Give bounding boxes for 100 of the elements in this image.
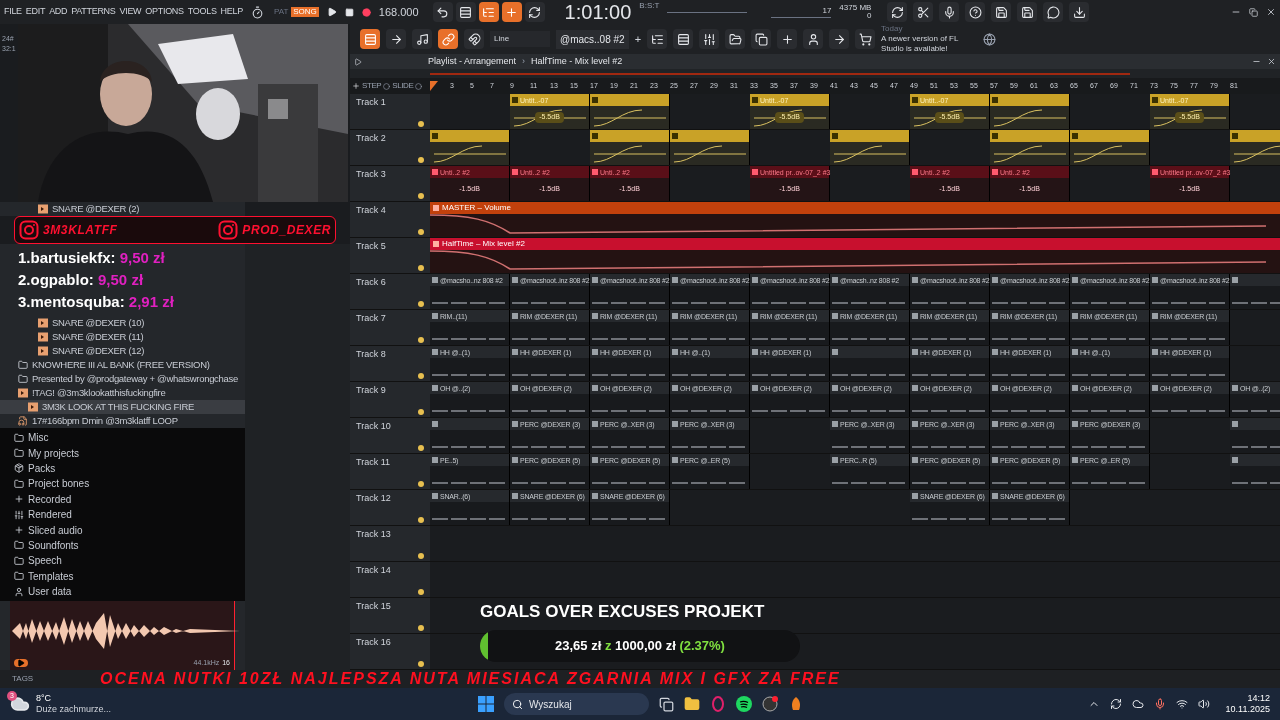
add-icon[interactable]: [352, 82, 360, 90]
globe-icon[interactable]: [983, 32, 997, 46]
browser-item[interactable]: Rendered: [0, 506, 245, 523]
browser-item[interactable]: 17#166bpm Dmin @3m3klatff LOOP: [0, 414, 245, 428]
mixer-icon[interactable]: [699, 29, 720, 49]
browser-item[interactable]: Templates: [0, 568, 245, 584]
task-view-icon[interactable]: [659, 696, 674, 712]
track-header[interactable]: Track 11: [350, 454, 430, 489]
tempo-display[interactable]: 168.000: [378, 3, 419, 21]
pattern-selector[interactable]: @macs..08 #2: [556, 29, 629, 49]
mute-dot-icon[interactable]: [418, 157, 424, 163]
track-header[interactable]: Track 2: [350, 130, 430, 165]
save-icon[interactable]: [991, 2, 1012, 22]
note-icon[interactable]: [412, 29, 432, 49]
pattern-clip[interactable]: [1070, 130, 1150, 165]
scissors-icon[interactable]: [913, 2, 934, 22]
close-icon[interactable]: [1266, 7, 1276, 17]
browser-item[interactable]: Soundfonts: [0, 537, 245, 554]
pattern-clip[interactable]: [430, 130, 510, 165]
play-icon[interactable]: [326, 7, 337, 17]
browser-o-icon[interactable]: [710, 696, 726, 712]
mute-dot-icon[interactable]: [418, 373, 424, 379]
grid-icon[interactable]: [455, 2, 476, 22]
mute-dot-icon[interactable]: [418, 589, 424, 595]
record-icon[interactable]: [361, 7, 371, 17]
pattern-clip[interactable]: [990, 94, 1070, 129]
mute-dot-icon[interactable]: [418, 517, 424, 523]
track-header[interactable]: Track 3: [350, 166, 430, 201]
menu-item[interactable]: EDIT: [25, 5, 46, 19]
drum-clip[interactable]: [430, 418, 510, 453]
menu-item[interactable]: FILE: [4, 5, 22, 19]
menu-item[interactable]: ADD: [49, 5, 68, 19]
menu-item[interactable]: PATTERNS: [71, 5, 116, 19]
menu-item[interactable]: TOOLS: [187, 5, 217, 19]
chat-icon[interactable]: [1043, 2, 1064, 22]
restore-icon[interactable]: [1249, 7, 1258, 17]
track-header[interactable]: Track 13: [350, 526, 430, 561]
add-pattern-button[interactable]: +: [634, 30, 642, 48]
automation-clip[interactable]: HalfTime – Mix level #2: [430, 238, 1280, 273]
browser-item[interactable]: Packs: [0, 460, 245, 477]
metronome-icon[interactable]: [250, 5, 264, 19]
mute-dot-icon[interactable]: [418, 661, 424, 667]
file-explorer-icon[interactable]: [684, 696, 700, 712]
pattern-clip[interactable]: [830, 130, 910, 165]
mute-dot-icon[interactable]: [418, 265, 424, 271]
cart-icon[interactable]: [855, 29, 876, 49]
save-as-icon[interactable]: [1017, 2, 1038, 22]
pattern-clip[interactable]: [590, 130, 670, 165]
help-icon[interactable]: [965, 2, 986, 22]
volume-icon[interactable]: [1197, 698, 1210, 710]
loop-icon[interactable]: [524, 2, 545, 22]
clock-time[interactable]: 14:12: [1247, 693, 1270, 704]
track-header[interactable]: Track 4: [350, 202, 430, 237]
track-header[interactable]: Track 10: [350, 418, 430, 453]
track-header[interactable]: Track 5: [350, 238, 430, 273]
undo-icon[interactable]: [432, 2, 453, 22]
menu-item[interactable]: VIEW: [119, 5, 142, 19]
browser-item[interactable]: SNARE @DEXER (10): [0, 316, 245, 330]
mute-dot-icon[interactable]: [418, 193, 424, 199]
wifi-icon[interactable]: [1175, 698, 1188, 710]
browser-item[interactable]: SNARE @DEXER (11): [0, 330, 245, 344]
refresh-icon[interactable]: [887, 2, 908, 22]
mute-dot-icon[interactable]: [418, 121, 424, 127]
cloud-icon[interactable]: [10, 694, 30, 714]
browser-item[interactable]: Project bones: [0, 476, 245, 492]
mute-dot-icon[interactable]: [418, 337, 424, 343]
figure-icon[interactable]: [803, 29, 824, 49]
music-app-icon[interactable]: [736, 696, 752, 712]
cloud-icon[interactable]: [1131, 698, 1144, 710]
step-label[interactable]: STEP: [362, 80, 382, 92]
snap-dropdown[interactable]: Line: [490, 31, 550, 47]
magnet-icon[interactable]: [464, 29, 484, 49]
browser-item[interactable]: Misc: [0, 430, 245, 446]
mute-dot-icon[interactable]: [418, 553, 424, 559]
mute-dot-icon[interactable]: [418, 409, 424, 415]
app-icon[interactable]: [762, 696, 778, 712]
download-icon[interactable]: [1069, 2, 1090, 22]
clock-date[interactable]: 10.11.2025: [1225, 704, 1270, 715]
list-icon[interactable]: [647, 29, 668, 49]
stop-icon[interactable]: [344, 7, 354, 17]
drum-clip[interactable]: [830, 346, 910, 381]
browser-item[interactable]: SNARE @DEXER (12): [0, 344, 245, 358]
copy-icon[interactable]: [751, 29, 772, 49]
mute-dot-icon[interactable]: [418, 445, 424, 451]
pattern-clip[interactable]: [590, 94, 670, 129]
mute-dot-icon[interactable]: [418, 301, 424, 307]
step-toggle-icon[interactable]: [383, 82, 391, 90]
slide-label[interactable]: SLIDE: [392, 80, 414, 92]
track-header[interactable]: Track 6: [350, 274, 430, 309]
browser-item[interactable]: Sliced audio: [0, 522, 245, 538]
track-header[interactable]: Track 9: [350, 382, 430, 417]
browser-item[interactable]: Recorded: [0, 491, 245, 507]
menu-item[interactable]: OPTIONS: [145, 5, 184, 19]
browser-item[interactable]: Speech: [0, 553, 245, 569]
windows-start-icon[interactable]: [478, 696, 494, 712]
plus-icon[interactable]: [501, 2, 522, 22]
link-icon[interactable]: [438, 29, 458, 49]
browser-item[interactable]: My projects: [0, 445, 245, 461]
track-header[interactable]: Track 7: [350, 310, 430, 345]
track-header[interactable]: Track 1: [350, 94, 430, 129]
